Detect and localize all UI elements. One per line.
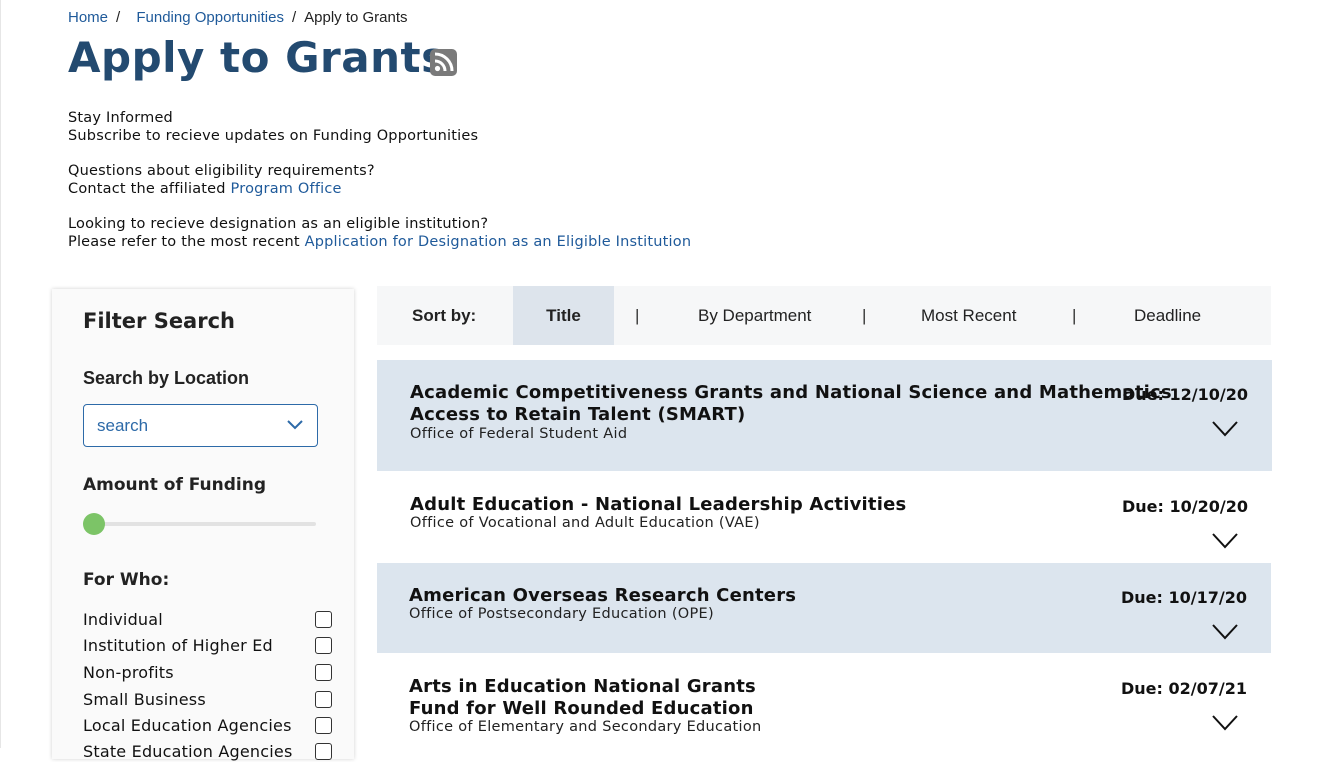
sort-separator: | xyxy=(635,306,640,325)
sort-separator: | xyxy=(1072,306,1077,325)
contact-prefix: Contact the affiliated xyxy=(68,181,226,197)
who-option-state-agencies[interactable]: State Education Agencies xyxy=(83,742,333,762)
grant-due-date: Due: 02/07/21 xyxy=(1121,679,1247,698)
for-who-label: For Who: xyxy=(83,570,170,590)
eligibility-question: Questions about eligibility requirements… xyxy=(68,163,375,179)
grant-title-line: Fund for Well Rounded Education xyxy=(409,698,754,719)
location-search-input[interactable] xyxy=(95,415,279,437)
grant-office: Office of Federal Student Aid xyxy=(410,426,628,442)
grant-title-line: Adult Education - National Leadership Ac… xyxy=(410,494,907,515)
who-option-label: State Education Agencies xyxy=(83,742,293,761)
grant-office: Office of Elementary and Secondary Educa… xyxy=(409,719,762,735)
who-option-non-profits[interactable]: Non-profits xyxy=(83,663,333,683)
who-option-label: Non-profits xyxy=(83,663,174,682)
expand-chevron-icon[interactable] xyxy=(1212,715,1238,735)
expand-chevron-icon[interactable] xyxy=(1212,421,1238,441)
page-title: Apply to Grants xyxy=(68,33,447,82)
grant-title-line: Access to Retain Talent (SMART) xyxy=(410,404,746,425)
grant-due-date: Due: 10/17/20 xyxy=(1121,588,1247,607)
breadcrumb-funding-link[interactable]: Funding Opportunities xyxy=(136,9,284,26)
grant-due-date: Due: 12/10/20 xyxy=(1122,385,1248,404)
eligibility-block: Questions about eligibility requirements… xyxy=(68,162,375,198)
grant-title[interactable]: Academic Competitiveness Grants and Nati… xyxy=(410,382,1172,426)
who-option-label: Small Business xyxy=(83,690,206,709)
sort-option-deadline[interactable]: Deadline xyxy=(1134,286,1201,345)
grant-row[interactable]: Arts in Education National Grants Fund f… xyxy=(377,653,1272,748)
who-option-label: Local Education Agencies xyxy=(83,716,292,735)
state-agencies-checkbox[interactable] xyxy=(315,743,332,760)
breadcrumb-home-link[interactable]: Home xyxy=(68,9,108,26)
chevron-down-icon[interactable] xyxy=(287,417,303,437)
sort-bar: Sort by: Title | By Department | Most Re… xyxy=(377,286,1271,345)
filter-title: Filter Search xyxy=(83,309,235,333)
location-label: Search by Location xyxy=(83,368,250,388)
non-profits-checkbox[interactable] xyxy=(315,664,332,681)
program-office-link[interactable]: Program Office xyxy=(231,181,342,197)
who-option-local-agencies[interactable]: Local Education Agencies xyxy=(83,716,333,736)
sort-option-department[interactable]: By Department xyxy=(698,286,811,345)
who-option-label: Institution of Higher Ed xyxy=(83,636,273,655)
designation-prefix: Please refer to the most recent xyxy=(68,234,300,250)
breadcrumb-separator: / xyxy=(116,9,121,26)
who-option-small-business[interactable]: Small Business xyxy=(83,690,333,710)
grant-due-date: Due: 10/20/20 xyxy=(1122,497,1248,516)
funding-slider-track[interactable] xyxy=(83,522,316,526)
grant-title[interactable]: Arts in Education National Grants Fund f… xyxy=(409,676,756,720)
grant-title[interactable]: Adult Education - National Leadership Ac… xyxy=(410,494,906,516)
sort-label: Sort by: xyxy=(412,306,477,325)
expand-chevron-icon[interactable] xyxy=(1212,533,1238,553)
stay-informed-block: Stay Informed Subscribe to recieve updat… xyxy=(68,109,478,145)
filter-sidebar: Filter Search Search by Location Amount … xyxy=(52,289,354,762)
sort-option-title[interactable]: Title xyxy=(513,286,614,345)
subscribe-text: Subscribe to recieve updates on Funding … xyxy=(68,128,479,144)
breadcrumb-current: Apply to Grants xyxy=(304,9,408,26)
local-agencies-checkbox[interactable] xyxy=(315,717,332,734)
grant-row[interactable]: Adult Education - National Leadership Ac… xyxy=(377,471,1272,563)
grant-title-line: American Overseas Research Centers xyxy=(409,585,797,606)
breadcrumb: Home / Funding Opportunities / Apply to Gra… xyxy=(68,9,408,26)
location-search-dropdown[interactable] xyxy=(83,404,318,447)
funding-label: Amount of Funding xyxy=(83,475,267,495)
designation-block: Looking to recieve designation as an eli… xyxy=(68,215,691,251)
stay-informed-heading: Stay Informed xyxy=(68,110,173,126)
grant-title[interactable]: American Overseas Research Centers xyxy=(409,585,796,607)
grant-office: Office of Postsecondary Education (OPE) xyxy=(409,606,714,622)
sort-option-recent[interactable]: Most Recent xyxy=(921,286,1016,345)
designation-application-link[interactable]: Application for Designation as an Eligib… xyxy=(305,234,692,250)
small-business-checkbox[interactable] xyxy=(315,691,332,708)
sort-separator: | xyxy=(862,306,867,325)
higher-ed-checkbox[interactable] xyxy=(315,637,332,654)
who-option-higher-ed[interactable]: Institution of Higher Ed xyxy=(83,636,333,656)
expand-chevron-icon[interactable] xyxy=(1212,624,1238,644)
grant-title-line: Arts in Education National Grants xyxy=(409,676,756,697)
grant-office: Office of Vocational and Adult Education… xyxy=(410,515,760,531)
grant-row[interactable]: American Overseas Research Centers Offic… xyxy=(377,563,1271,653)
grant-row[interactable]: Academic Competitiveness Grants and Nati… xyxy=(377,360,1272,471)
who-option-label: Individual xyxy=(83,610,163,629)
designation-question: Looking to recieve designation as an eli… xyxy=(68,216,489,232)
grant-title-line: Academic Competitiveness Grants and Nati… xyxy=(410,382,1172,403)
funding-slider-handle[interactable] xyxy=(83,513,105,535)
individual-checkbox[interactable] xyxy=(315,611,332,628)
rss-icon[interactable] xyxy=(430,49,457,76)
who-option-individual[interactable]: Individual xyxy=(83,610,333,630)
breadcrumb-separator: / xyxy=(291,9,297,26)
